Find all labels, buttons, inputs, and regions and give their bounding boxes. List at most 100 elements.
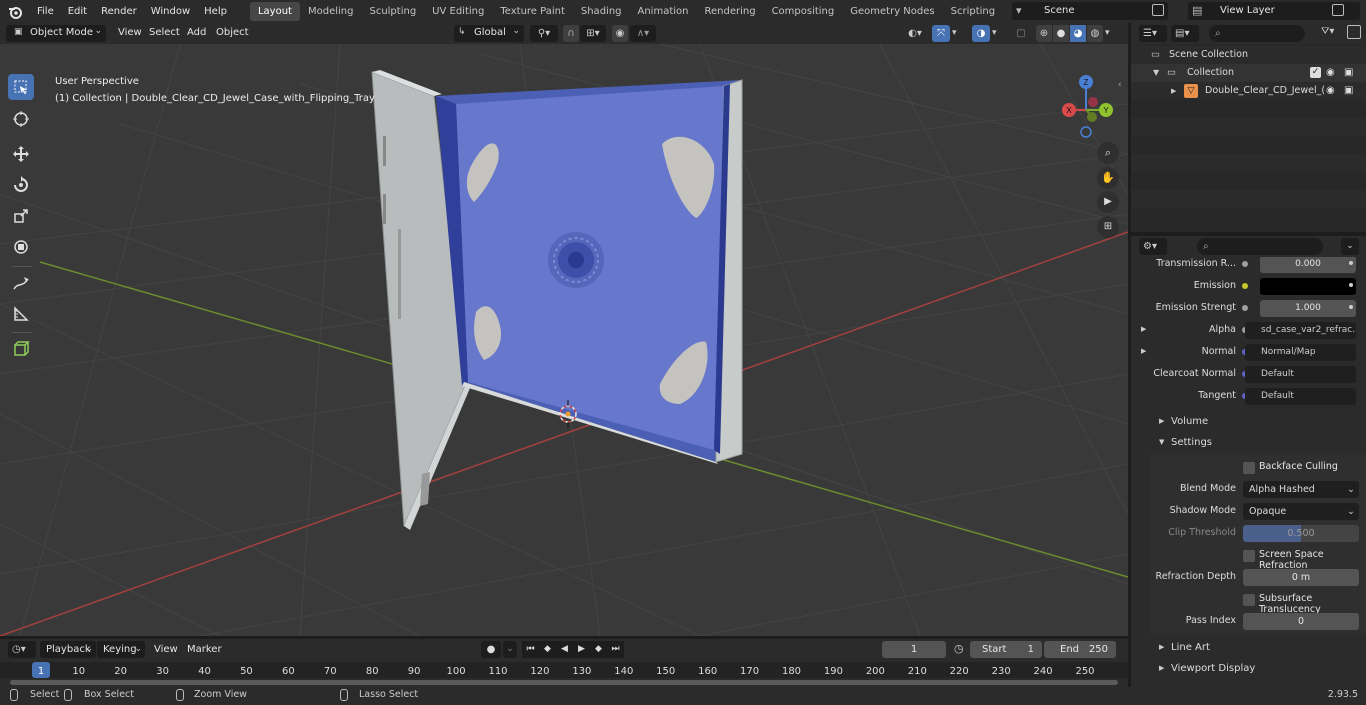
outliner-row-scene-collection[interactable]: ▭ Scene Collection (1131, 46, 1366, 64)
ssr-checkbox[interactable] (1243, 550, 1255, 562)
auto-key-button[interactable]: ● (481, 641, 501, 658)
marker-menu[interactable]: Marker (187, 644, 222, 655)
prop-value-field[interactable]: 1.000 (1260, 300, 1356, 317)
menu-edit[interactable]: Edit (61, 0, 94, 23)
pivot-point-button[interactable]: ⚲▾ (530, 25, 558, 42)
backface-culling-checkbox[interactable] (1243, 462, 1255, 474)
shading-wireframe-button[interactable]: ⊕ (1036, 25, 1052, 42)
copy-scene-icon[interactable] (1152, 4, 1164, 16)
menu-render[interactable]: Render (94, 0, 144, 23)
tool-scale[interactable] (8, 203, 34, 229)
shading-solid-button[interactable]: ● (1053, 25, 1069, 42)
tool-measure[interactable] (8, 301, 34, 327)
xray-toggle[interactable]: ▢ (1013, 25, 1029, 42)
menu-help[interactable]: Help (197, 0, 234, 23)
outliner-editor-type-button[interactable]: ☰▾ (1139, 25, 1167, 42)
snap-toggle[interactable]: ∩ (563, 25, 579, 42)
shading-material-button[interactable]: ◕ (1070, 25, 1086, 42)
shading-rendered-button[interactable]: ◍ (1087, 25, 1103, 42)
keyframe-dot-icon[interactable] (1349, 283, 1353, 287)
scene-selector[interactable]: ▾ Scene (1012, 2, 1168, 20)
current-frame-field[interactable]: 1 (882, 641, 946, 658)
eye-icon[interactable]: ◉ (1326, 64, 1335, 82)
camera-icon[interactable]: ▣ (1344, 82, 1353, 100)
pan-hand-icon[interactable]: ✋ (1097, 167, 1119, 189)
visibility-button[interactable]: ◐▾ (902, 25, 928, 42)
expand-arrow-icon[interactable]: ▶ (1141, 325, 1146, 333)
tab-geometry-nodes[interactable]: Geometry Nodes (842, 2, 942, 21)
zoom-icon[interactable]: ⌕ (1097, 142, 1119, 164)
jump-start-button[interactable]: ⏮ (522, 641, 539, 658)
select-menu[interactable]: Select (149, 27, 180, 38)
tab-sculpting[interactable]: Sculpting (361, 2, 424, 21)
start-frame-field[interactable]: Start 1 (970, 641, 1042, 658)
tab-animation[interactable]: Animation (630, 2, 697, 21)
new-collection-icon[interactable] (1347, 25, 1361, 39)
viewport-scene[interactable] (0, 44, 1128, 636)
blender-logo-icon[interactable] (0, 0, 30, 23)
keyframe-dot-icon[interactable] (1349, 261, 1353, 265)
falloff-button[interactable]: ∧▾ (630, 25, 656, 42)
display-mode-button[interactable]: ▤▾ (1171, 25, 1199, 42)
clearcoat-normal-link-field[interactable]: Default (1245, 366, 1356, 383)
properties-options-button[interactable]: ⌄ (1341, 238, 1359, 255)
play-button[interactable]: ▶ (573, 641, 590, 658)
outliner-search-input[interactable]: ⌕ (1209, 25, 1305, 42)
eye-icon[interactable]: ◉ (1326, 82, 1335, 100)
prev-keyframe-button[interactable]: ◆ (539, 641, 556, 658)
snap-element-button[interactable]: ⊞▾ (580, 25, 606, 42)
object-menu[interactable]: Object (216, 27, 249, 38)
view-layer-selector[interactable]: ▤ View Layer (1188, 2, 1360, 20)
menu-window[interactable]: Window (144, 0, 197, 23)
camera-icon[interactable]: ▣ (1344, 64, 1353, 82)
outliner-row-object[interactable]: ▶ ▽ Double_Clear_CD_Jewel_( ◉ ▣ (1131, 82, 1366, 100)
expand-arrow-icon[interactable]: ▼ (1153, 64, 1159, 82)
properties-editor-type-button[interactable]: ⚙▾ (1139, 238, 1167, 255)
tool-transform[interactable] (8, 234, 34, 260)
tangent-link-field[interactable]: Default (1245, 388, 1356, 405)
auto-key-dropdown[interactable]: ⌄ (503, 641, 517, 658)
viewport-display-panel-header[interactable]: ▶ Viewport Display (1131, 658, 1366, 679)
properties-search-input[interactable]: ⌕ (1197, 238, 1323, 255)
add-menu[interactable]: Add (187, 27, 206, 38)
shadow-mode-select[interactable]: Opaque ⌄ (1243, 503, 1359, 520)
proportional-edit-toggle[interactable]: ◉ (612, 25, 628, 42)
jump-end-button[interactable]: ⏭ (607, 641, 624, 658)
tab-shading[interactable]: Shading (573, 2, 630, 21)
line-art-panel-header[interactable]: ▶ Line Art (1131, 637, 1366, 658)
tab-compositing[interactable]: Compositing (764, 2, 843, 21)
tool-rotate[interactable] (8, 172, 34, 198)
play-reverse-button[interactable]: ◀ (556, 641, 573, 658)
tool-add-cube[interactable] (8, 336, 34, 362)
alpha-link-field[interactable]: sd_case_var2_refrac... (1245, 322, 1356, 339)
overlay-dropdown[interactable]: ▾ (992, 25, 1004, 42)
playback-menu[interactable]: Playback ⌄ (40, 641, 96, 658)
tab-layout[interactable]: Layout (249, 2, 300, 21)
end-frame-field[interactable]: End 250 (1044, 641, 1116, 658)
tab-scripting[interactable]: Scripting (943, 2, 1003, 21)
shading-options-button[interactable]: ▾ (1105, 25, 1119, 42)
overlay-toggle[interactable]: ◑ (972, 25, 990, 42)
sidebar-toggle-icon[interactable]: ‹ (1118, 80, 1122, 90)
volume-panel-header[interactable]: ▶ Volume (1131, 411, 1366, 432)
filter-icon[interactable]: ⛛▾ (1321, 26, 1334, 37)
settings-panel-header[interactable]: ▼ Settings (1131, 432, 1366, 453)
tool-annotate[interactable] (8, 270, 34, 296)
keying-menu[interactable]: Keying ⌄ (97, 641, 145, 658)
next-keyframe-button[interactable]: ◆ (590, 641, 607, 658)
gizmo-dropdown[interactable]: ▾ (952, 25, 964, 42)
pass-index-field[interactable]: 0 (1243, 613, 1359, 630)
expand-arrow-icon[interactable]: ▶ (1171, 82, 1176, 100)
tab-uv-editing[interactable]: UV Editing (424, 2, 492, 21)
tool-cursor[interactable] (8, 106, 34, 132)
tool-move[interactable] (8, 141, 34, 167)
copy-view-layer-icon[interactable] (1332, 4, 1344, 16)
gizmo-toggle[interactable]: ⤧ (932, 25, 950, 42)
timeline-scrollbar[interactable] (10, 680, 1118, 685)
camera-view-icon[interactable]: ▶ (1097, 191, 1119, 213)
clip-threshold-slider[interactable]: 0.500 (1243, 525, 1359, 542)
menu-file[interactable]: File (30, 0, 61, 23)
keyframe-dot-icon[interactable] (1349, 305, 1353, 309)
tab-texture-paint[interactable]: Texture Paint (492, 2, 573, 21)
view-menu[interactable]: View (118, 27, 142, 38)
